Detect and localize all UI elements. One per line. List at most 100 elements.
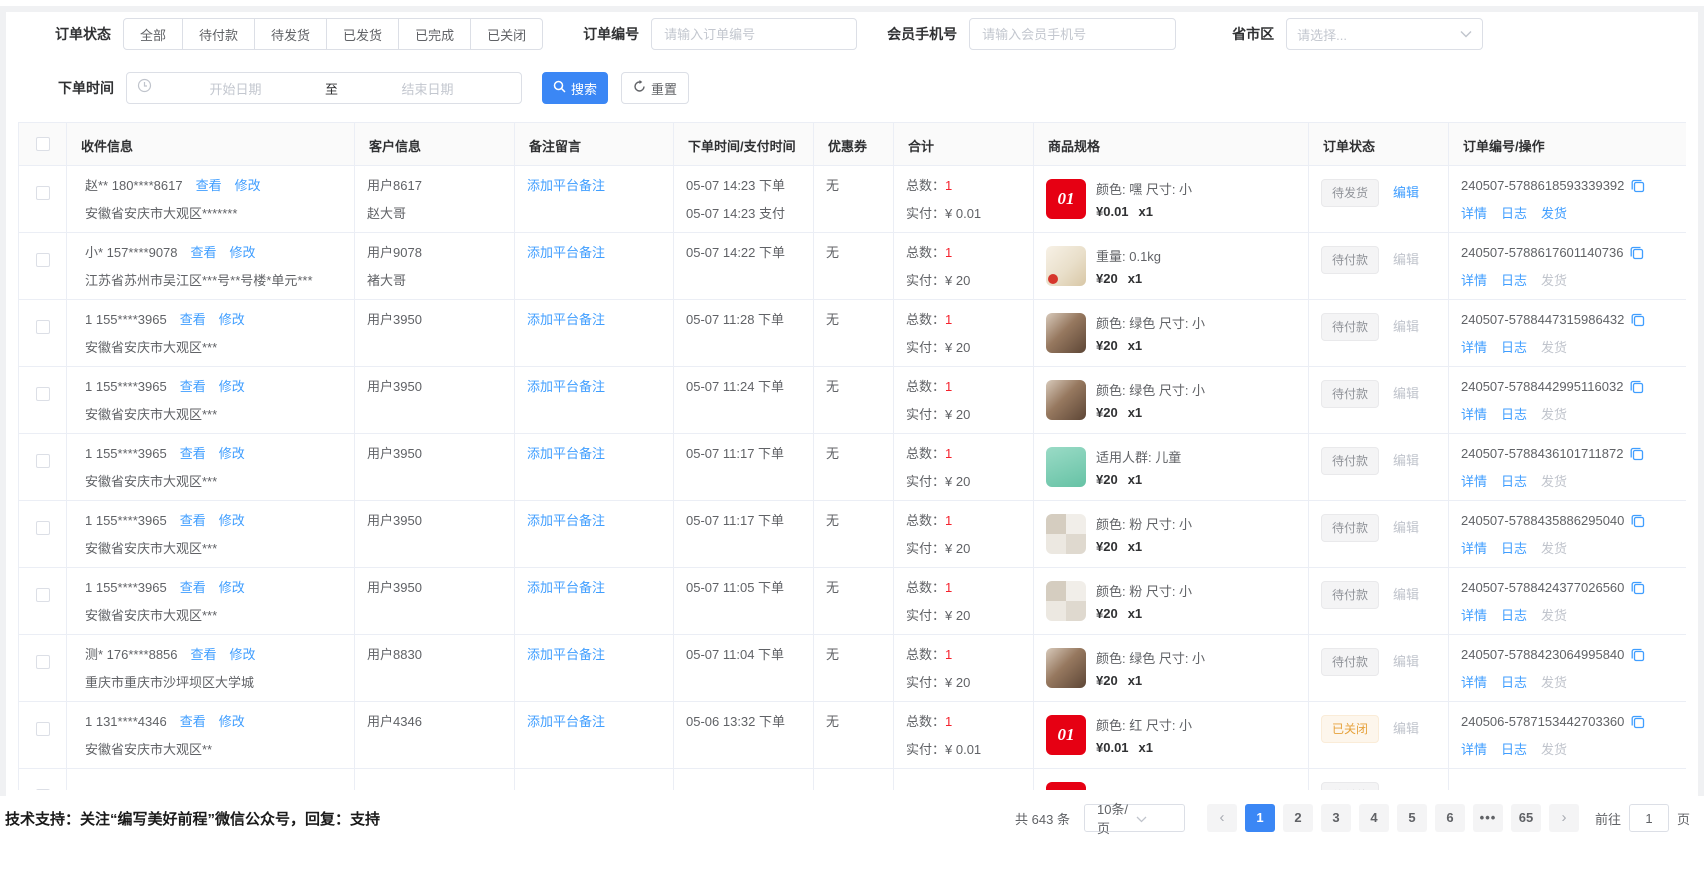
reset-button[interactable]: 重置 <box>621 72 689 104</box>
copy-icon[interactable] <box>1631 715 1645 729</box>
select-all-checkbox[interactable] <box>36 137 50 151</box>
row-checkbox[interactable] <box>36 521 50 535</box>
view-receiver-link[interactable]: 查看 <box>191 239 217 267</box>
edit-order-link[interactable]: 编辑 <box>1393 447 1419 475</box>
view-receiver-link[interactable]: 查看 <box>180 440 206 468</box>
edit-order-link[interactable]: 编辑 <box>1393 648 1419 676</box>
log-link[interactable]: 日志 <box>1501 602 1527 630</box>
detail-link[interactable]: 详情 <box>1461 401 1487 429</box>
view-receiver-link[interactable]: 查看 <box>180 373 206 401</box>
modify-receiver-link[interactable]: 修改 <box>219 708 245 736</box>
order-time-range-picker[interactable]: 开始日期 至 结束日期 <box>126 72 522 104</box>
ship-link[interactable]: 发货 <box>1541 200 1567 228</box>
modify-receiver-link[interactable]: 修改 <box>219 507 245 535</box>
copy-icon[interactable] <box>1631 313 1645 327</box>
modify-receiver-link[interactable]: 修改 <box>219 574 245 602</box>
copy-icon[interactable] <box>1631 514 1645 528</box>
modify-receiver-link[interactable]: 修改 <box>235 172 261 200</box>
log-link[interactable]: 日志 <box>1501 267 1527 295</box>
page-button[interactable]: 1 <box>1245 804 1275 832</box>
ship-link[interactable]: 发货 <box>1541 267 1567 295</box>
view-receiver-link[interactable]: 查看 <box>191 641 217 669</box>
copy-icon[interactable] <box>1631 179 1645 193</box>
ship-link[interactable]: 发货 <box>1541 669 1567 697</box>
edit-order-link[interactable]: 编辑 <box>1393 715 1419 743</box>
next-page-button[interactable]: › <box>1549 804 1579 832</box>
modify-receiver-link[interactable]: 修改 <box>219 373 245 401</box>
copy-icon[interactable] <box>1631 581 1645 595</box>
row-checkbox[interactable] <box>36 387 50 401</box>
log-link[interactable]: 日志 <box>1501 401 1527 429</box>
ship-link[interactable]: 发货 <box>1541 736 1567 764</box>
page-button[interactable]: 3 <box>1321 804 1351 832</box>
modify-receiver-link[interactable]: 修改 <box>230 641 256 669</box>
row-checkbox[interactable] <box>36 789 50 790</box>
page-more-button[interactable]: ••• <box>1473 804 1503 832</box>
view-receiver-link[interactable]: 查看 <box>180 708 206 736</box>
row-checkbox[interactable] <box>36 186 50 200</box>
detail-link[interactable]: 详情 <box>1461 200 1487 228</box>
ship-link[interactable]: 发货 <box>1541 334 1567 362</box>
search-button[interactable]: 搜索 <box>542 72 608 104</box>
ship-link[interactable]: 发货 <box>1541 468 1567 496</box>
add-remark-link[interactable]: 添加平台备注 <box>527 245 605 260</box>
detail-link[interactable]: 详情 <box>1461 669 1487 697</box>
edit-order-link[interactable]: 编辑 <box>1393 514 1419 542</box>
detail-link[interactable]: 详情 <box>1461 468 1487 496</box>
ship-link[interactable]: 发货 <box>1541 535 1567 563</box>
edit-order-link[interactable]: 编辑 <box>1393 246 1419 274</box>
modify-receiver-link[interactable]: 修改 <box>230 239 256 267</box>
row-checkbox[interactable] <box>36 588 50 602</box>
edit-order-link[interactable]: 编辑 <box>1393 380 1419 408</box>
order-status-option[interactable]: 待付款 <box>182 18 255 50</box>
page-button[interactable]: 65 <box>1511 804 1541 832</box>
add-remark-link[interactable]: 添加平台备注 <box>527 580 605 595</box>
edit-order-link[interactable]: 编辑 <box>1393 581 1419 609</box>
detail-link[interactable]: 详情 <box>1461 334 1487 362</box>
add-remark-link[interactable]: 添加平台备注 <box>527 379 605 394</box>
copy-icon[interactable] <box>1630 447 1644 461</box>
edit-order-link[interactable]: 编辑 <box>1393 313 1419 341</box>
log-link[interactable]: 日志 <box>1501 334 1527 362</box>
end-date-input[interactable]: 结束日期 <box>344 79 511 98</box>
start-date-input[interactable]: 开始日期 <box>152 79 319 98</box>
row-checkbox[interactable] <box>36 253 50 267</box>
order-no-input[interactable] <box>651 18 857 50</box>
add-remark-link[interactable]: 添加平台备注 <box>527 513 605 528</box>
view-receiver-link[interactable]: 查看 <box>180 306 206 334</box>
order-status-option[interactable]: 全部 <box>123 18 183 50</box>
order-status-option[interactable]: 待发货 <box>254 18 327 50</box>
row-checkbox[interactable] <box>36 320 50 334</box>
ship-link[interactable]: 发货 <box>1541 401 1567 429</box>
page-size-select[interactable]: 10条/页 <box>1084 804 1185 832</box>
add-remark-link[interactable]: 添加平台备注 <box>527 312 605 327</box>
add-remark-link[interactable]: 添加平台备注 <box>527 178 605 193</box>
add-remark-link[interactable]: 添加平台备注 <box>527 647 605 662</box>
view-receiver-link[interactable]: 查看 <box>196 172 222 200</box>
ship-link[interactable]: 发货 <box>1541 602 1567 630</box>
view-receiver-link[interactable]: 查看 <box>180 574 206 602</box>
detail-link[interactable]: 详情 <box>1461 267 1487 295</box>
copy-icon[interactable] <box>1631 648 1645 662</box>
page-button[interactable]: 6 <box>1435 804 1465 832</box>
log-link[interactable]: 日志 <box>1501 200 1527 228</box>
detail-link[interactable]: 详情 <box>1461 736 1487 764</box>
add-remark-link[interactable]: 添加平台备注 <box>527 714 605 729</box>
modify-receiver-link[interactable]: 修改 <box>219 306 245 334</box>
prev-page-button[interactable]: ‹ <box>1207 804 1237 832</box>
page-button[interactable]: 5 <box>1397 804 1427 832</box>
copy-icon[interactable] <box>1630 380 1644 394</box>
copy-icon[interactable] <box>1630 246 1644 260</box>
modify-receiver-link[interactable]: 修改 <box>219 440 245 468</box>
log-link[interactable]: 日志 <box>1501 736 1527 764</box>
row-checkbox[interactable] <box>36 722 50 736</box>
row-checkbox[interactable] <box>36 454 50 468</box>
log-link[interactable]: 日志 <box>1501 669 1527 697</box>
page-button[interactable]: 2 <box>1283 804 1313 832</box>
edit-order-link[interactable]: 编辑 <box>1393 179 1419 207</box>
member-phone-input[interactable] <box>969 18 1176 50</box>
detail-link[interactable]: 详情 <box>1461 602 1487 630</box>
order-status-option[interactable]: 已完成 <box>398 18 471 50</box>
order-status-option[interactable]: 已发货 <box>326 18 399 50</box>
row-checkbox[interactable] <box>36 655 50 669</box>
